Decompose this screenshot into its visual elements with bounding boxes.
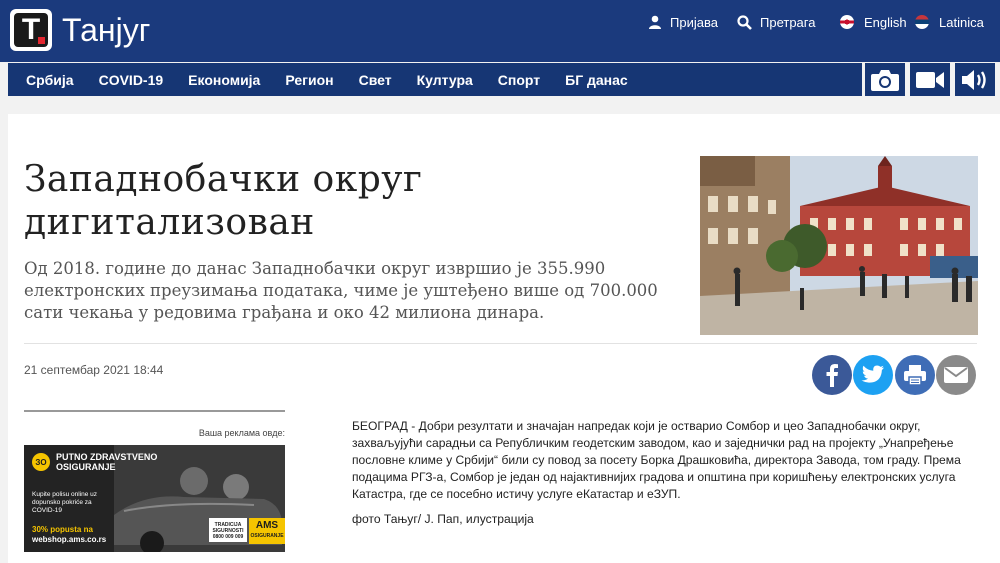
nav-item-covid[interactable]: COVID-19: [99, 72, 164, 88]
email-share-button[interactable]: [936, 355, 976, 395]
email-icon: [944, 367, 968, 383]
ad-description: Kupite polisu online uz dopunsko pokriće…: [32, 491, 98, 514]
article-lead: Од 2018. године до данас Западнобачки ок…: [24, 259, 658, 322]
photo-gallery-button[interactable]: [865, 63, 905, 96]
share-facebook-button[interactable]: [812, 355, 852, 395]
share-twitter-button[interactable]: [853, 355, 893, 395]
logo-mark: T: [14, 13, 48, 47]
ad-title-line1: PUTNO ZDRAVSTVENO: [56, 452, 158, 462]
site-header: T Танјуг Пријава Претрага English Latini…: [0, 0, 1000, 62]
photo-credit: фото Тањуг/ Ј. Пап, илустрација: [352, 512, 534, 526]
article-date: 21 септембар 2021 18:44: [24, 363, 164, 377]
login-link[interactable]: Пријава: [648, 12, 718, 32]
lang-latinica-link[interactable]: Latinica: [915, 12, 984, 32]
nav-item-ekonomija[interactable]: Економија: [188, 72, 260, 88]
nav-item-srbija[interactable]: Србија: [26, 72, 74, 88]
ams-logo: AMS OSIGURANJE: [249, 518, 285, 544]
print-button[interactable]: [895, 355, 935, 395]
nav-item-svet[interactable]: Свет: [359, 72, 392, 88]
article-title: Западнобачки округ дигитализован: [24, 159, 423, 243]
ams-insurance-ad[interactable]: ЗО PUTNO ZDRAVSTVENO OSIGURANJE Kupite p…: [24, 445, 285, 552]
facebook-icon: [826, 364, 838, 387]
ad-label: Ваша реклама овде:: [198, 428, 285, 438]
ad-divider: [24, 410, 285, 412]
login-label: Пријава: [670, 14, 718, 30]
nav-item-sport[interactable]: Спорт: [498, 72, 540, 88]
ad-url: webshop.ams.co.rs: [32, 535, 107, 544]
audio-icon: [962, 69, 986, 90]
tanjug-logo[interactable]: T: [10, 9, 52, 51]
lang-english-label: English: [864, 14, 907, 30]
ams-brand-sub: OSIGURANJE: [250, 533, 284, 539]
sombor-street-photo: [700, 156, 978, 335]
serbia-flag-icon: [915, 15, 929, 29]
search-label: Претрага: [760, 14, 816, 30]
uk-flag-icon: [840, 15, 854, 29]
search-link[interactable]: Претрага: [737, 12, 815, 32]
main-nav: Србија COVID-19 Економија Регион Свет Ку…: [8, 63, 862, 96]
nav-item-bg-danas[interactable]: БГ данас: [565, 72, 628, 88]
title-divider: [24, 343, 977, 344]
nav-item-region[interactable]: Регион: [285, 72, 333, 88]
audio-button[interactable]: [955, 63, 995, 96]
article-photo[interactable]: [700, 156, 978, 335]
user-icon: [649, 15, 661, 29]
ad-promo: 30% popusta na: [32, 525, 93, 534]
search-icon: [737, 14, 752, 30]
logo-red-dot: [38, 37, 45, 44]
ad-tradition-badge: TRADICIJA SIGURNOSTI 0800 009 009: [209, 518, 247, 542]
zo-logo-icon: ЗО: [32, 453, 50, 471]
video-button[interactable]: [910, 63, 950, 96]
article-body: БЕОГРАД - Добри резултати и значајан нап…: [352, 419, 961, 501]
ad-title-line2: OSIGURANJE: [56, 462, 116, 472]
print-icon: [904, 365, 926, 386]
nav-item-kultura[interactable]: Култура: [417, 72, 473, 88]
brand-name[interactable]: Танјуг: [62, 10, 150, 50]
lang-english-link[interactable]: English: [840, 12, 907, 32]
video-icon: [916, 71, 944, 88]
ams-brand: AMS: [255, 520, 279, 531]
twitter-icon: [861, 365, 884, 383]
camera-icon: [871, 69, 899, 91]
lang-latinica-label: Latinica: [939, 14, 984, 30]
